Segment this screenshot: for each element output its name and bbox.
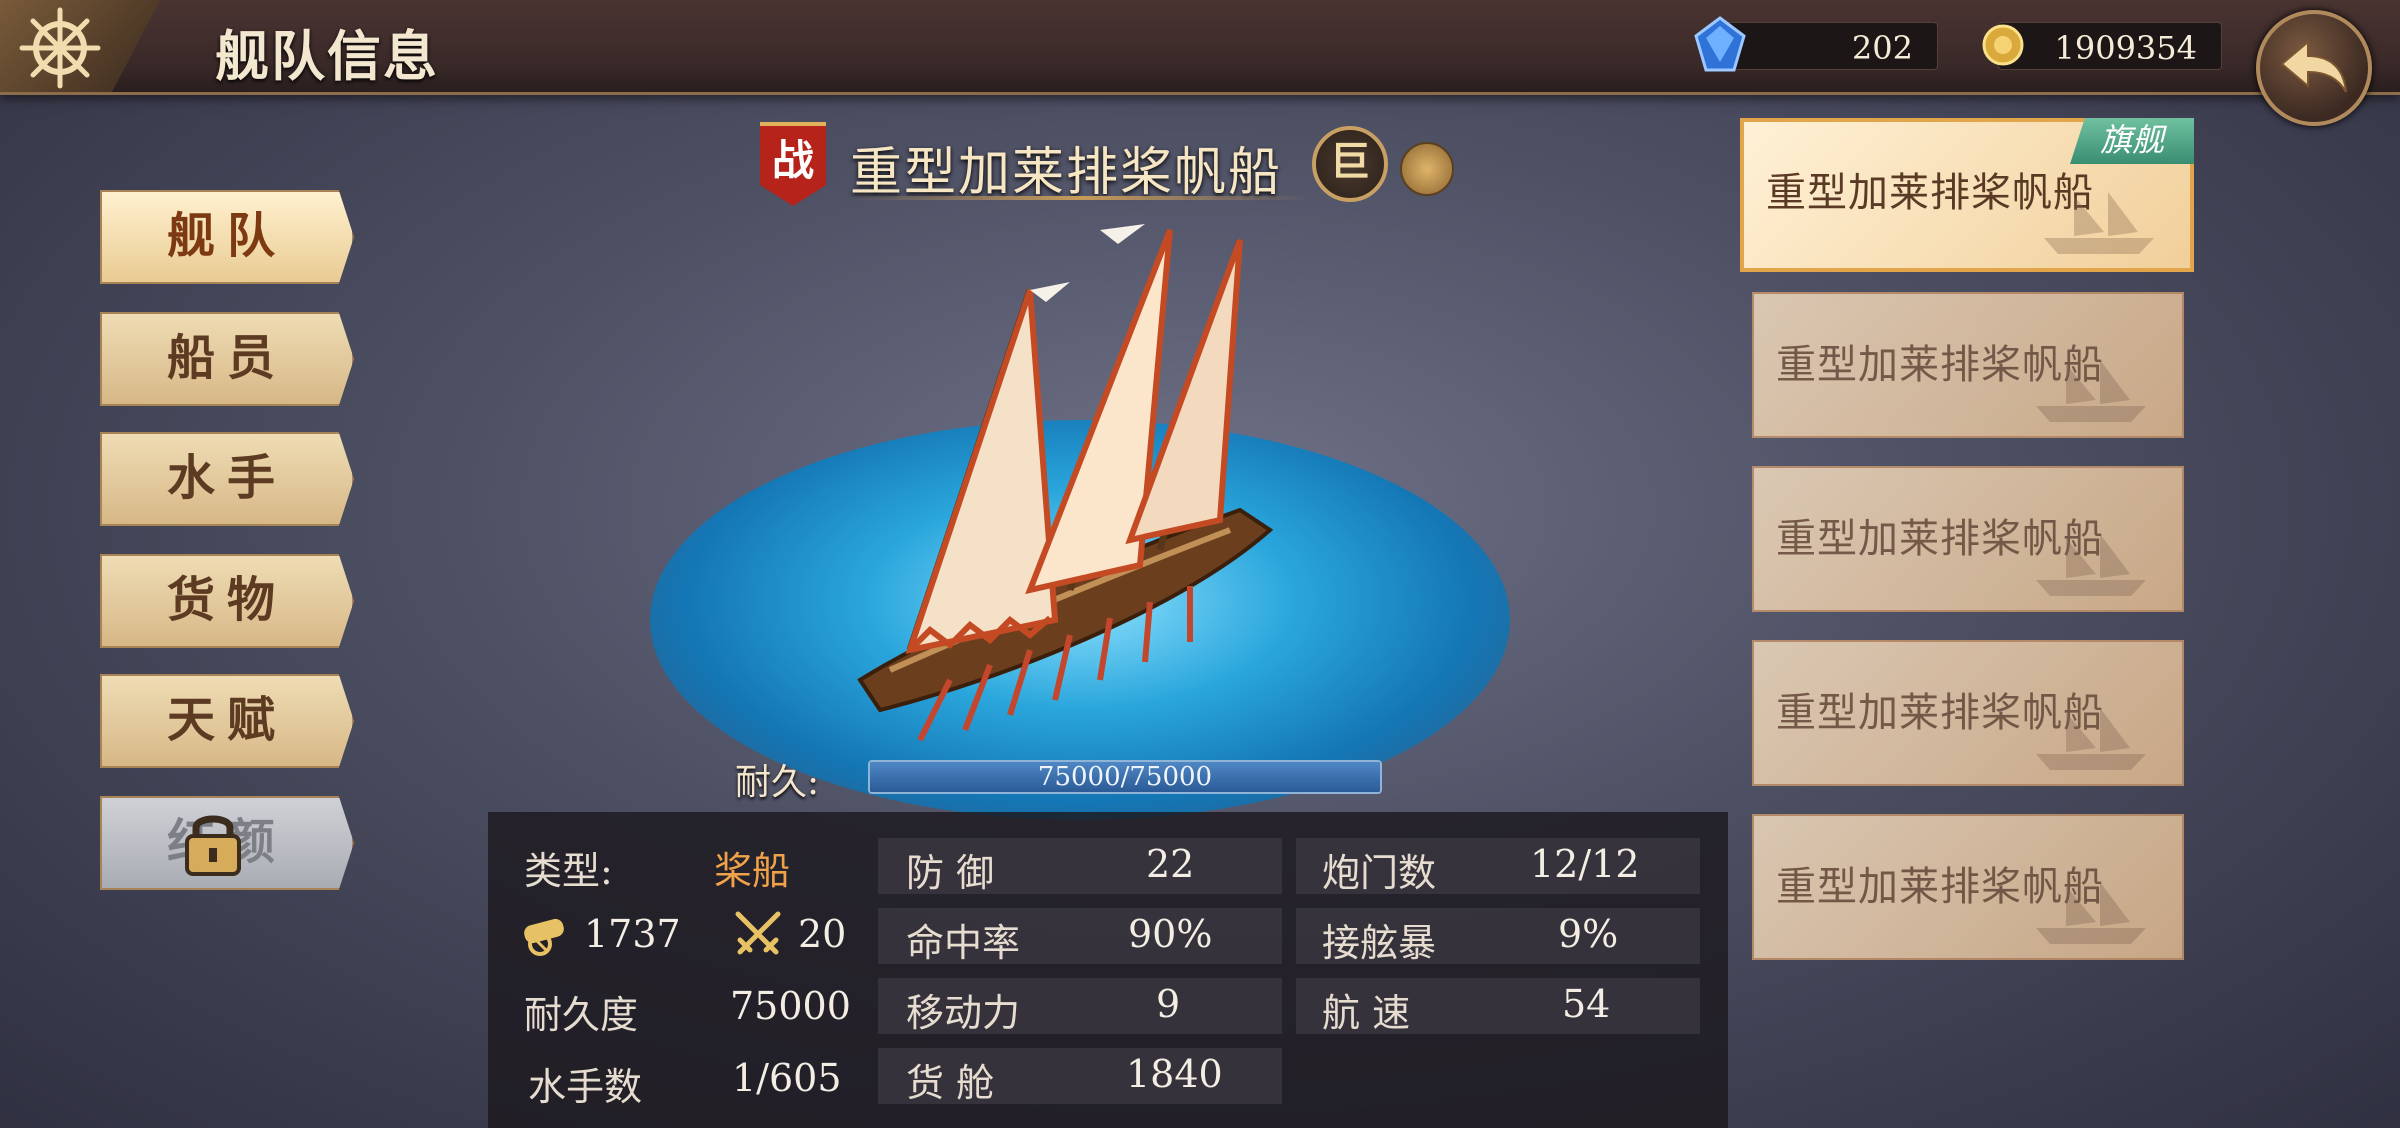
ship-watermark-icon [2036,360,2146,422]
cannon-value: 1737 [584,912,681,956]
ship-size-badge: 巨 [1312,126,1388,202]
ship-watermark-icon [2044,192,2154,254]
defense-value: 22 [1146,842,1195,886]
ship-model-image [857,224,1274,742]
durability-label: 耐久: [735,762,820,803]
durability-text: 75000/75000 [1037,762,1213,792]
ship-name: 重型加莱排桨帆船 [850,143,1283,203]
hit-label: 命中率 [906,921,1021,965]
ship-wheel-icon [19,7,101,89]
fleet-slot-2[interactable]: 重型加莱排桨帆船 [1752,292,2184,438]
durability-stat-value: 75000 [730,984,851,1028]
ship-name-underline [850,196,1310,200]
menu-sailors[interactable]: 水手 [100,432,354,526]
menu-talent[interactable]: 天赋 [100,674,354,768]
lock-icon [185,815,241,876]
move-value: 9 [1156,982,1181,1026]
menu-fleet[interactable]: 舰队 [100,190,354,284]
page-title: 舰队信息 [215,24,439,88]
gold-coin-icon [1982,24,2024,66]
fleet-slot-5[interactable]: 重型加莱排桨帆船 [1752,814,2184,960]
gold-counter: 1909354 [1998,22,2222,70]
gunports-label: 炮门数 [1322,851,1437,895]
cargo-label: 货 舱 [906,1061,995,1105]
ship-watermark-icon [2036,534,2146,596]
type-value: 桨船 [714,849,791,893]
battle-tag: 战 [760,122,826,206]
boarding-value: 9% [1558,912,1619,956]
fleet-slot-1[interactable]: 重型加莱排桨帆船 旗舰 [1740,118,2194,272]
menu-crew[interactable]: 船员 [100,312,354,406]
gem-icon [1694,16,1746,72]
ship-watermark-icon [2036,882,2146,944]
refresh-icon[interactable] [1400,142,1454,196]
move-label: 移动力 [906,991,1021,1035]
menu-cargo[interactable]: 货物 [100,554,354,648]
type-label: 类型: [524,849,613,893]
sailors-value: 1/605 [732,1056,842,1100]
durability-bar: 75000/75000 [868,760,1382,794]
back-arrow-icon [2280,39,2347,93]
hit-value: 90% [1128,912,1213,956]
gold-count: 1909354 [2054,29,2197,67]
crossed-swords-icon [735,911,781,955]
flagship-tag: 旗舰 [2070,118,2194,164]
gunports-value: 12/12 [1530,842,1640,886]
cannon-icon [524,918,564,956]
gem-count: 202 [1851,29,1913,67]
sailors-label: 水手数 [528,1065,643,1109]
ship-watermark-icon [2036,708,2146,770]
boarding-label: 接舷暴 [1322,921,1437,965]
defense-label: 防 御 [906,851,995,895]
speed-value: 54 [1562,982,1611,1026]
back-button[interactable] [2256,10,2372,126]
durability-stat-label: 耐久度 [524,993,639,1037]
gem-counter: 202 [1722,22,1938,70]
fleet-slot-4[interactable]: 重型加莱排桨帆船 [1752,640,2184,786]
fleet-slot-3[interactable]: 重型加莱排桨帆船 [1752,466,2184,612]
melee-value: 20 [798,912,847,956]
speed-label: 航 速 [1322,991,1411,1035]
cargo-value: 1840 [1126,1052,1223,1096]
